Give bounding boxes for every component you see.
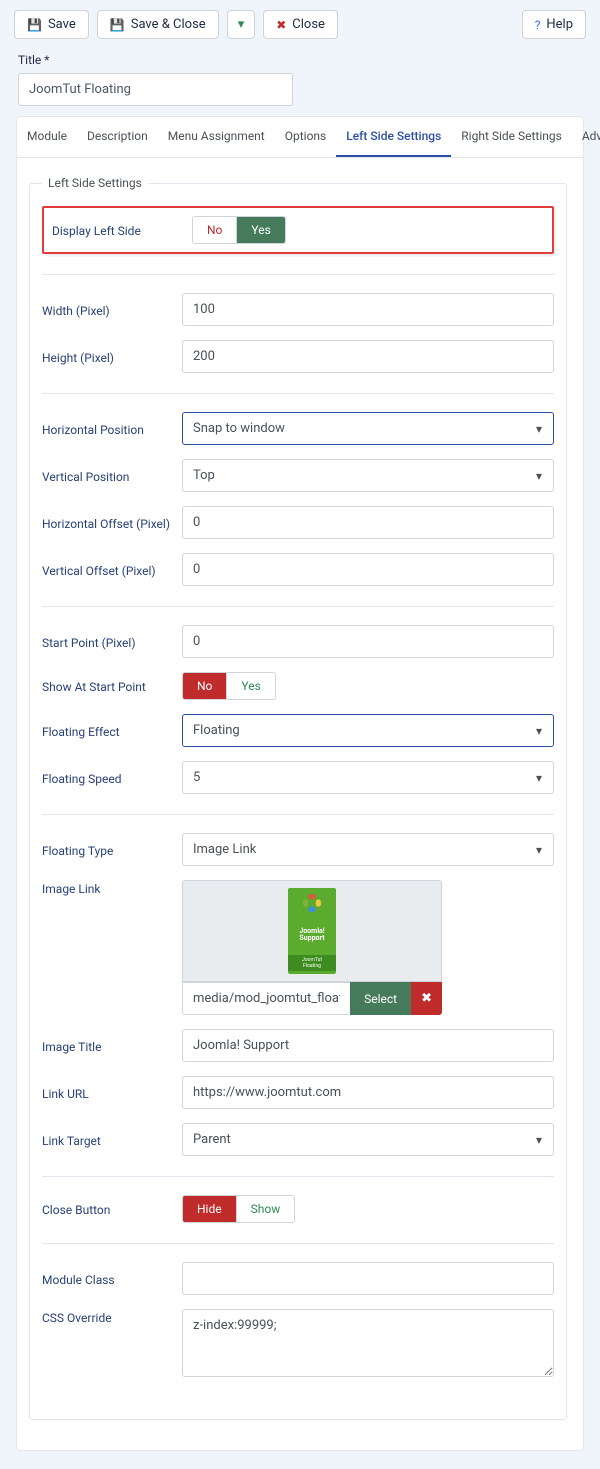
img-title-input[interactable] bbox=[182, 1029, 554, 1062]
display-left-toggle[interactable]: No Yes bbox=[192, 216, 286, 244]
left-side-settings-group: Left Side Settings Display Left Side No … bbox=[29, 176, 567, 1420]
help-icon: ? bbox=[535, 19, 541, 31]
divider bbox=[42, 274, 554, 275]
tab-menu-assignment[interactable]: Menu Assignment bbox=[158, 117, 275, 157]
img-link-label: Image Link bbox=[42, 880, 182, 896]
thumb-line2: Support bbox=[299, 935, 324, 942]
image-path-input[interactable] bbox=[182, 982, 350, 1015]
voff-input[interactable] bbox=[182, 553, 554, 586]
tab-advanced[interactable]: Advanced bbox=[572, 117, 600, 157]
save-close-icon: 💾 bbox=[110, 19, 125, 31]
image-preview: Joomla! Support JoomTut Floating bbox=[182, 880, 442, 982]
close-btn-toggle[interactable]: Hide Show bbox=[182, 1195, 295, 1223]
close-icon: ✖ bbox=[421, 991, 432, 1006]
link-target-select[interactable] bbox=[182, 1123, 554, 1156]
close-btn-label: Close Button bbox=[42, 1201, 182, 1217]
feffect-label: Floating Effect bbox=[42, 723, 182, 739]
ftype-label: Floating Type bbox=[42, 842, 182, 858]
hpos-select[interactable] bbox=[182, 412, 554, 445]
img-title-label: Image Title bbox=[42, 1038, 182, 1054]
help-button[interactable]: ? Help bbox=[522, 10, 586, 39]
hpos-label: Horizontal Position bbox=[42, 421, 182, 437]
tab-options[interactable]: Options bbox=[275, 117, 337, 157]
group-legend: Left Side Settings bbox=[42, 176, 148, 190]
chevron-down-icon: ▾ bbox=[238, 17, 245, 32]
tab-right-side-settings[interactable]: Right Side Settings bbox=[451, 117, 572, 157]
show-start-toggle[interactable]: No Yes bbox=[182, 672, 276, 700]
save-icon: 💾 bbox=[27, 19, 42, 31]
close-icon: ✖ bbox=[276, 19, 286, 31]
mod-class-label: Module Class bbox=[42, 1271, 182, 1287]
link-url-input[interactable] bbox=[182, 1076, 554, 1109]
start-label: Start Point (Pixel) bbox=[42, 634, 182, 650]
display-left-side-highlight: Display Left Side No Yes bbox=[42, 206, 554, 254]
width-label: Width (Pixel) bbox=[42, 302, 182, 318]
show-start-label: Show At Start Point bbox=[42, 678, 182, 694]
joomla-icon bbox=[301, 892, 323, 914]
ftype-select[interactable] bbox=[182, 833, 554, 866]
image-clear-button[interactable]: ✖ bbox=[411, 982, 442, 1015]
toolbar: 💾 Save 💾 Save & Close ▾ ✖ Close ? Help bbox=[0, 0, 600, 49]
close-label: Close bbox=[292, 17, 325, 32]
tab-left-side-settings[interactable]: Left Side Settings bbox=[336, 117, 451, 157]
divider bbox=[42, 814, 554, 815]
title-label: Title * bbox=[18, 53, 582, 67]
divider bbox=[42, 1243, 554, 1244]
display-left-label: Display Left Side bbox=[52, 222, 192, 238]
voff-label: Vertical Offset (Pixel) bbox=[42, 562, 182, 578]
tab-module[interactable]: Module bbox=[17, 117, 77, 157]
divider bbox=[42, 606, 554, 607]
height-label: Height (Pixel) bbox=[42, 349, 182, 365]
divider bbox=[42, 393, 554, 394]
close-btn-show[interactable]: Show bbox=[236, 1196, 295, 1222]
vpos-label: Vertical Position bbox=[42, 468, 182, 484]
height-input[interactable] bbox=[182, 340, 554, 373]
save-close-button[interactable]: 💾 Save & Close bbox=[97, 10, 219, 39]
fspeed-label: Floating Speed bbox=[42, 770, 182, 786]
divider bbox=[42, 1176, 554, 1177]
image-select-button[interactable]: Select bbox=[350, 982, 411, 1015]
hoff-label: Horizontal Offset (Pixel) bbox=[42, 515, 182, 531]
width-input[interactable] bbox=[182, 293, 554, 326]
link-url-label: Link URL bbox=[42, 1085, 182, 1101]
title-input[interactable] bbox=[18, 73, 293, 106]
close-button[interactable]: ✖ Close bbox=[263, 10, 338, 39]
start-input[interactable] bbox=[182, 625, 554, 658]
tab-description[interactable]: Description bbox=[77, 117, 158, 157]
close-btn-hide[interactable]: Hide bbox=[183, 1196, 236, 1222]
save-button[interactable]: 💾 Save bbox=[14, 10, 89, 39]
hoff-input[interactable] bbox=[182, 506, 554, 539]
feffect-select[interactable] bbox=[182, 714, 554, 747]
save-close-label: Save & Close bbox=[131, 17, 206, 32]
help-label: Help bbox=[546, 17, 573, 32]
show-start-no[interactable]: No bbox=[183, 673, 226, 699]
vpos-select[interactable] bbox=[182, 459, 554, 492]
show-start-yes[interactable]: Yes bbox=[226, 673, 274, 699]
css-over-textarea[interactable]: z-index:99999; bbox=[182, 1309, 554, 1377]
css-over-label: CSS Override bbox=[42, 1309, 182, 1325]
mod-class-input[interactable] bbox=[182, 1262, 554, 1295]
save-dropdown-button[interactable]: ▾ bbox=[227, 10, 256, 39]
link-target-label: Link Target bbox=[42, 1132, 182, 1148]
fspeed-select[interactable] bbox=[182, 761, 554, 794]
save-label: Save bbox=[48, 17, 76, 32]
display-left-no[interactable]: No bbox=[193, 217, 236, 243]
thumb-band2: Floating bbox=[288, 963, 336, 969]
image-thumb: Joomla! Support JoomTut Floating bbox=[288, 888, 336, 974]
tabs: Module Description Menu Assignment Optio… bbox=[17, 117, 583, 158]
display-left-yes[interactable]: Yes bbox=[236, 217, 284, 243]
